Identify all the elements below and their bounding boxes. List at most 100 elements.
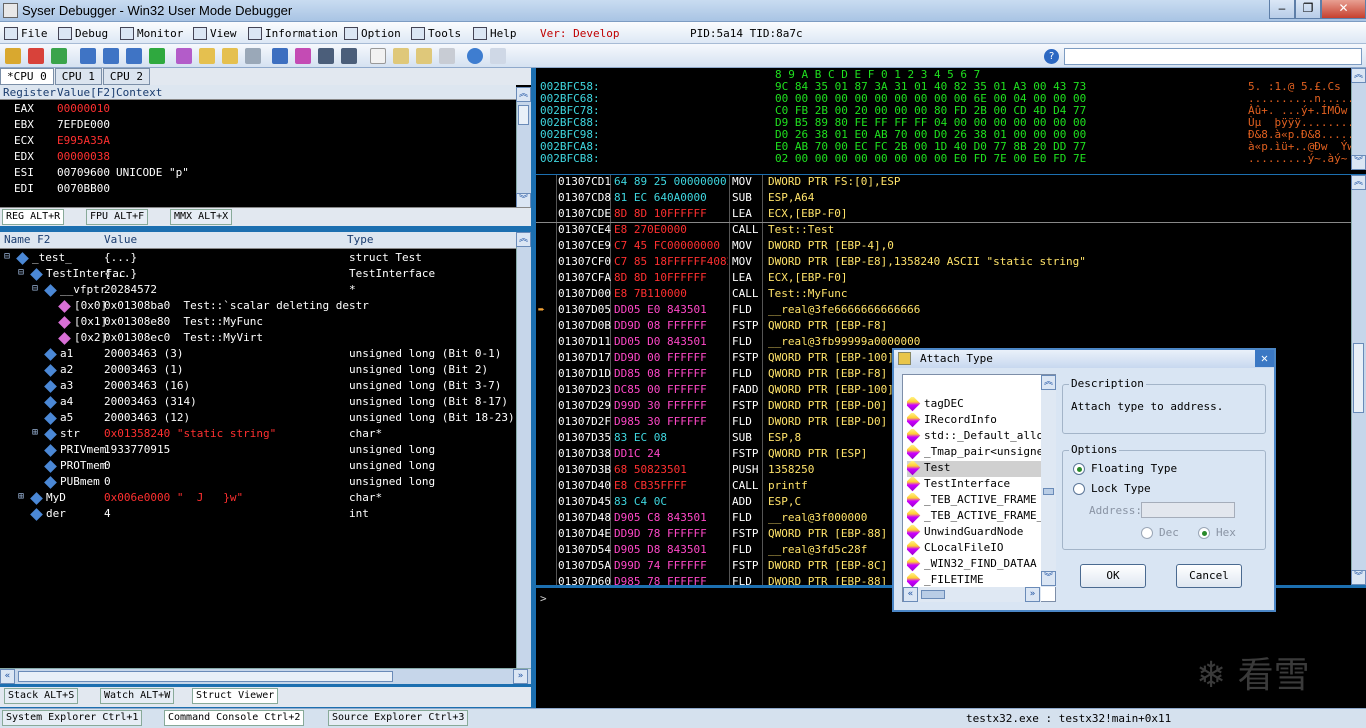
struct-row[interactable]: ⊞ str 0x01358240 "static string" char* xyxy=(0,427,516,443)
step-into-icon[interactable] xyxy=(80,48,96,64)
tree-expander-icon[interactable]: ⊟ xyxy=(18,267,24,278)
struct-hscrollbar[interactable]: « » xyxy=(0,668,531,684)
disasm-row[interactable]: 01307CFA 8D 8D 10FFFFFF LEA ECX,[EBP-F0] xyxy=(536,271,1351,287)
scroll-up-icon[interactable]: ︽ xyxy=(1351,175,1366,190)
type-list-item[interactable]: TestInterface xyxy=(907,477,1049,493)
scroll-down-icon[interactable]: ︾ xyxy=(1351,155,1366,170)
memory-icon[interactable] xyxy=(272,48,288,64)
scroll-right-icon[interactable]: » xyxy=(1025,587,1040,602)
tree-expander-icon[interactable]: ⊞ xyxy=(18,491,24,502)
struct-row[interactable]: ⊞ MyD 0x006e0000 " J }w" char* xyxy=(0,491,516,507)
stack-icon[interactable] xyxy=(318,48,334,64)
settings-icon[interactable] xyxy=(467,48,483,64)
dialog-close-button[interactable]: ✕ xyxy=(1255,350,1274,367)
menu-tools[interactable]: Tools xyxy=(411,25,461,41)
register-row[interactable]: EDI 0070BB00 xyxy=(0,182,516,198)
struct-row[interactable]: a5 20003463 (12) unsigned long (Bit 18-23) xyxy=(0,411,516,427)
type-list-item[interactable]: Test xyxy=(907,461,1049,477)
bookmark-next-icon[interactable] xyxy=(222,48,238,64)
type-list-item[interactable]: _TEB_ACTIVE_FRAME_CO xyxy=(907,509,1049,525)
breakpoint-icon[interactable] xyxy=(176,48,192,64)
tab-cpu0[interactable]: *CPU 0 xyxy=(0,68,54,85)
struct-row[interactable]: [0x1] 0x01308e80 Test::MyFunc xyxy=(0,315,516,331)
scroll-down-icon[interactable]: ︾ xyxy=(516,193,531,208)
tab-stack[interactable]: Stack ALT+S xyxy=(4,688,79,704)
scroll-left-icon[interactable]: « xyxy=(903,587,918,602)
struct-row[interactable]: [0x2] 0x01308ec0 Test::MyVirt xyxy=(0,331,516,347)
floating-type-radio[interactable] xyxy=(1073,463,1085,475)
registers-icon[interactable] xyxy=(341,48,357,64)
code-scrollbar[interactable]: ︽ ︾ xyxy=(1351,175,1366,585)
tab-cpu1[interactable]: CPU 1 xyxy=(54,68,102,85)
hex-row[interactable]: 002BFC58: 9C 84 35 01 87 3A 31 01 40 82 3… xyxy=(536,80,1351,93)
disasm-row[interactable]: 01307CDE 8D 8D 10FFFFFF LEA ECX,[EBP-F0] xyxy=(536,207,1351,223)
register-row[interactable]: EBX 7EFDE000 xyxy=(0,118,516,134)
command-input[interactable] xyxy=(1064,48,1362,65)
menu-information[interactable]: Information xyxy=(248,25,338,41)
scroll-right-icon[interactable]: » xyxy=(513,669,528,684)
list-vscrollbar[interactable]: ︽ ︾ xyxy=(1041,375,1056,587)
tab-struct-viewer[interactable]: Struct Viewer xyxy=(192,688,279,704)
type-list-item[interactable]: tagDEC xyxy=(907,397,1049,413)
register-scrollbar[interactable]: ︽ ︾ xyxy=(516,87,531,208)
scroll-up-icon[interactable]: ︽ xyxy=(516,87,531,102)
struct-row[interactable]: PROTmem 0 unsigned long xyxy=(0,459,516,475)
scroll-left-icon[interactable]: « xyxy=(0,669,15,684)
struct-row[interactable]: ⊟ __vfptr 20284572 * xyxy=(0,283,516,299)
tree-expander-icon[interactable]: ⊟ xyxy=(32,283,38,294)
watch-icon[interactable] xyxy=(295,48,311,64)
disasm-row[interactable]: 01307CD1 64 89 25 00000000 MOV DWORD PTR FS… xyxy=(536,175,1351,191)
struct-row[interactable]: [0x0] 0x01308ba0 Test::`scalar deleting d… xyxy=(0,299,516,315)
maximize-button[interactable]: ❐ xyxy=(1295,0,1321,19)
type-list-item[interactable]: std::_Default_alloc xyxy=(907,429,1049,445)
col-name[interactable]: Name F2 xyxy=(4,233,50,246)
hex-scrollbar[interactable]: ︽ ︾ xyxy=(1351,68,1366,170)
type-list-item[interactable]: UnwindGuardNode xyxy=(907,525,1049,541)
struct-row[interactable]: ⊟ _test_ {...} struct Test xyxy=(0,251,516,267)
hex-row[interactable]: 002BFC88: D9 B5 89 80 FE FF FF FF 04 00 0… xyxy=(536,116,1354,129)
col-value[interactable]: Value[F2] xyxy=(57,86,117,99)
disasm-row[interactable]: 01307CE9 C7 45 FC00000000 MOV DWORD PTR [EB… xyxy=(536,239,1351,255)
struct-row[interactable]: a3 20003463 (16) unsigned long (Bit 3-7) xyxy=(0,379,516,395)
tab-mmx[interactable]: MMX ALT+X xyxy=(170,209,233,225)
cancel-button[interactable]: Cancel xyxy=(1176,564,1242,588)
struct-row[interactable]: a2 20003463 (1) unsigned long (Bit 2) xyxy=(0,363,516,379)
disasm-row[interactable]: 01307CF0 C7 85 18FFFFFF40823 MOV DWORD PTR … xyxy=(536,255,1351,271)
type-list-item[interactable]: CLocalFileIO xyxy=(907,541,1049,557)
menu-view[interactable]: View xyxy=(193,25,237,41)
struct-row[interactable]: a1 20003463 (3) unsigned long (Bit 0-1) xyxy=(0,347,516,363)
disasm-row[interactable]: 01307CE4 E8 270E0000 CALL Test::Test xyxy=(536,223,1351,239)
restart-icon[interactable] xyxy=(51,48,67,64)
clear-icon[interactable] xyxy=(245,48,261,64)
type-list-item[interactable]: _TEB_ACTIVE_FRAME xyxy=(907,493,1049,509)
struct-row[interactable]: PRIVmem 1933770915 unsigned long xyxy=(0,443,516,459)
menu-option[interactable]: Option xyxy=(344,25,401,41)
list-hscrollbar[interactable]: « » xyxy=(903,587,1041,602)
col-context[interactable]: Context xyxy=(116,86,162,99)
scroll-thumb[interactable] xyxy=(1353,343,1364,413)
scroll-up-icon[interactable]: ︽ xyxy=(1351,68,1366,83)
minimize-button[interactable]: – xyxy=(1269,0,1295,19)
tab-reg[interactable]: REG ALT+R xyxy=(2,209,65,225)
hex-radio[interactable] xyxy=(1198,527,1210,539)
scroll-up-icon[interactable]: ︽ xyxy=(1041,375,1056,390)
paste-icon[interactable] xyxy=(416,48,432,64)
register-row[interactable]: EAX 00000010 xyxy=(0,102,516,118)
tab-command-console[interactable]: Command Console Ctrl+2 xyxy=(164,710,305,726)
tab-watch[interactable]: Watch ALT+W xyxy=(100,688,175,704)
ok-button[interactable]: OK xyxy=(1080,564,1146,588)
hex-row[interactable]: 002BFCB8: 02 00 00 00 00 00 00 00 00 E0 F… xyxy=(536,152,1351,165)
scroll-down-icon[interactable]: ︾ xyxy=(1351,570,1366,585)
tree-expander-icon[interactable]: ⊟ xyxy=(4,251,10,262)
new-icon[interactable] xyxy=(370,48,386,64)
struct-scrollbar[interactable]: ︽ xyxy=(516,232,531,668)
register-row[interactable]: ESI 00709600 UNICODE "p" xyxy=(0,166,516,182)
dialog-titlebar[interactable]: Attach Type ✕ xyxy=(894,350,1274,368)
struct-row[interactable]: ⊟ TestInterfac {...} TestInterface xyxy=(0,267,516,283)
scroll-down-icon[interactable]: ︾ xyxy=(1041,571,1056,586)
dec-radio[interactable] xyxy=(1141,527,1153,539)
col-type[interactable]: Type xyxy=(347,233,374,246)
type-listbox[interactable]: tagDEC IRecordInfo std::_Default_alloc _Tma… xyxy=(902,374,1056,602)
col-value[interactable]: Value xyxy=(104,233,137,246)
menu-debug[interactable]: Debug xyxy=(58,25,108,41)
